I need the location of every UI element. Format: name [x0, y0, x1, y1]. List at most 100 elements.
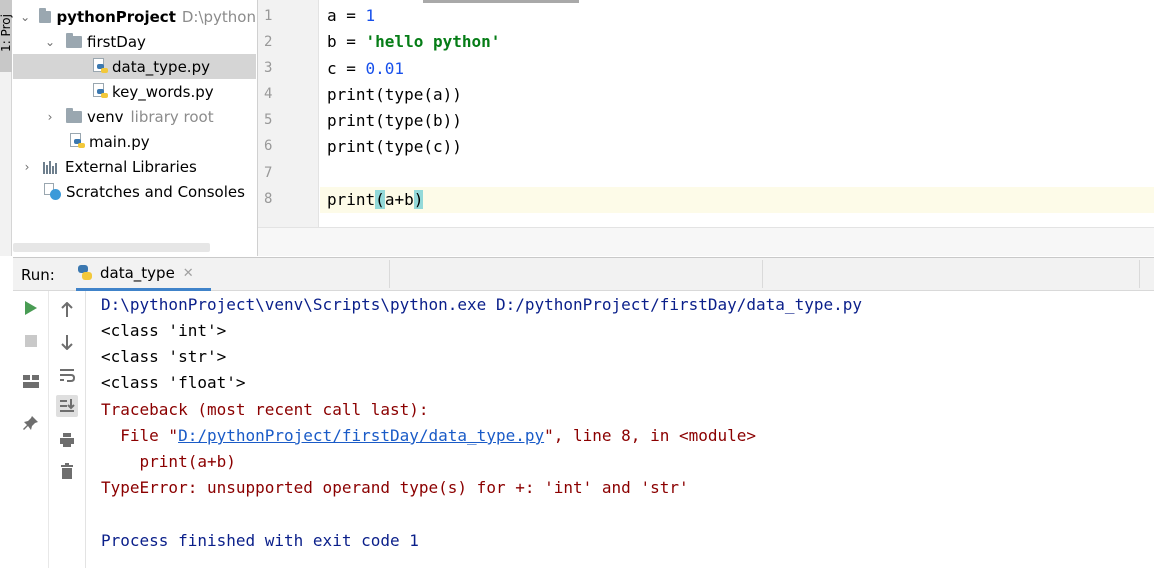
- tree-item-venv[interactable]: › venv library root: [13, 104, 256, 129]
- soft-wrap-button[interactable]: [56, 364, 78, 386]
- clear-all-button[interactable]: [56, 460, 78, 482]
- tree-item-label: firstDay: [87, 32, 146, 51]
- rerun-button[interactable]: [20, 297, 42, 319]
- tree-item-main[interactable]: main.py: [13, 129, 256, 154]
- tree-item-scratches[interactable]: Scratches and Consoles: [13, 179, 256, 204]
- tree-item-label: data_type.py: [112, 57, 210, 76]
- code-line-4[interactable]: print(type(a)): [327, 85, 462, 104]
- number-literal: 1: [365, 6, 376, 25]
- code-token: b =: [327, 32, 366, 51]
- process-finished-line: Process finished with exit code 1: [101, 531, 419, 550]
- printer-icon: [60, 433, 74, 447]
- left-tool-strip: 1: Proj: [0, 0, 13, 256]
- run-tab-data-type[interactable]: data_type ✕: [76, 258, 211, 291]
- line-number: 8: [264, 191, 273, 207]
- console-actions-toolbar: [49, 291, 86, 568]
- line-number: 2: [264, 34, 273, 50]
- run-toolbar: Run: data_type ✕: [13, 257, 1154, 291]
- stop-icon: [25, 335, 37, 347]
- traceback-text: File ": [101, 426, 179, 445]
- project-tool-tab[interactable]: 1: Proj: [0, 0, 13, 72]
- folder-icon: [66, 32, 82, 48]
- pin-icon: [23, 416, 38, 430]
- tree-item-label: key_words.py: [112, 82, 214, 101]
- layout-button[interactable]: [20, 371, 42, 393]
- tree-item-data-type[interactable]: data_type.py: [13, 54, 256, 79]
- line-number: 1: [264, 8, 273, 24]
- code-line-8[interactable]: print(a+b): [327, 190, 424, 209]
- editor-bottom-area: [258, 227, 1154, 256]
- library-root-hint: library root: [130, 107, 214, 126]
- code-token: print: [327, 190, 376, 209]
- chevron-down-icon[interactable]: ⌄: [19, 9, 31, 25]
- tree-item-external-libraries[interactable]: › External Libraries: [13, 154, 256, 179]
- tree-item-label: venv: [87, 107, 124, 126]
- number-literal: 0.01: [365, 59, 405, 78]
- line-number-gutter: 1 2 3 4 5 6 7 8: [258, 0, 319, 227]
- brace-match: ): [413, 190, 424, 209]
- divider: [389, 260, 390, 288]
- folder-icon: [66, 107, 82, 123]
- console-output-line: <class 'str'>: [101, 347, 227, 366]
- code-line-1[interactable]: a = 1: [327, 6, 375, 25]
- tree-item-key-words[interactable]: key_words.py: [13, 79, 256, 104]
- code-token: c =: [327, 59, 366, 78]
- scroll-down-button[interactable]: [56, 331, 78, 353]
- console-output-line: <class 'float'>: [101, 373, 246, 392]
- close-icon[interactable]: ✕: [183, 266, 194, 281]
- brace-match: (: [375, 190, 385, 209]
- line-number: 5: [264, 112, 273, 128]
- tree-item-label: External Libraries: [65, 157, 197, 176]
- chevron-right-icon[interactable]: ›: [19, 159, 35, 175]
- string-literal: 'hello python': [365, 32, 501, 51]
- tree-root-name: pythonProject: [56, 7, 176, 26]
- project-tool-tab-label: 1: Proj: [0, 14, 13, 52]
- chevron-right-icon[interactable]: ›: [42, 109, 58, 125]
- python-file-icon: [69, 133, 85, 150]
- code-token: a =: [327, 6, 366, 25]
- traceback-header: Traceback (most recent call last):: [101, 400, 429, 419]
- stop-button[interactable]: [20, 330, 42, 352]
- divider: [762, 260, 763, 288]
- line-number: 7: [264, 165, 273, 181]
- traceback-code-line: print(a+b): [101, 452, 236, 471]
- code-line-2[interactable]: b = 'hello python': [327, 32, 500, 51]
- python-icon: [76, 264, 94, 282]
- tree-root[interactable]: ⌄ pythonProject D:\python: [13, 4, 256, 29]
- print-button[interactable]: [56, 429, 78, 451]
- code-line-5[interactable]: print(type(b)): [327, 111, 462, 130]
- line-number: 4: [264, 86, 273, 102]
- run-console[interactable]: D:\pythonProject\venv\Scripts\python.exe…: [87, 291, 1154, 568]
- file-link[interactable]: D:/pythonProject/firstDay/data_type.py: [178, 426, 544, 445]
- scratches-icon: [44, 182, 62, 201]
- run-label: Run:: [21, 266, 55, 284]
- editor-scroll-thumb[interactable]: [423, 0, 579, 3]
- soft-wrap-icon: [60, 369, 75, 382]
- scroll-to-end-icon: [60, 399, 75, 412]
- tree-item-firstday[interactable]: ⌄ firstDay: [13, 29, 256, 54]
- code-editor[interactable]: 1 2 3 4 5 6 7 8 a = 1 b = 'hello python'…: [257, 0, 1154, 256]
- folder-icon: [39, 7, 52, 23]
- library-icon: [43, 160, 61, 174]
- arrow-up-icon: [61, 302, 73, 317]
- arrow-down-icon: [61, 335, 73, 350]
- error-message: TypeError: unsupported operand type(s) f…: [101, 478, 689, 497]
- play-icon: [25, 301, 37, 315]
- line-number: 3: [264, 60, 273, 76]
- divider: [1139, 260, 1140, 288]
- traceback-text: ", line 8, in <module>: [544, 426, 757, 445]
- console-output-line: <class 'int'>: [101, 321, 227, 340]
- python-file-icon: [92, 58, 108, 75]
- code-line-3[interactable]: c = 0.01: [327, 59, 404, 78]
- run-actions-toolbar: [13, 291, 49, 568]
- code-line-6[interactable]: print(type(c)): [327, 137, 462, 156]
- line-number: 6: [264, 138, 273, 154]
- scroll-up-button[interactable]: [56, 299, 78, 321]
- console-command-line: D:\pythonProject\venv\Scripts\python.exe…: [101, 295, 862, 314]
- layout-icon: [23, 375, 39, 388]
- tree-horizontal-scrollbar[interactable]: [13, 243, 210, 252]
- tree-root-path: D:\python: [181, 7, 256, 26]
- chevron-down-icon[interactable]: ⌄: [42, 34, 58, 50]
- scroll-to-end-button[interactable]: [56, 395, 78, 417]
- pin-button[interactable]: [20, 412, 42, 434]
